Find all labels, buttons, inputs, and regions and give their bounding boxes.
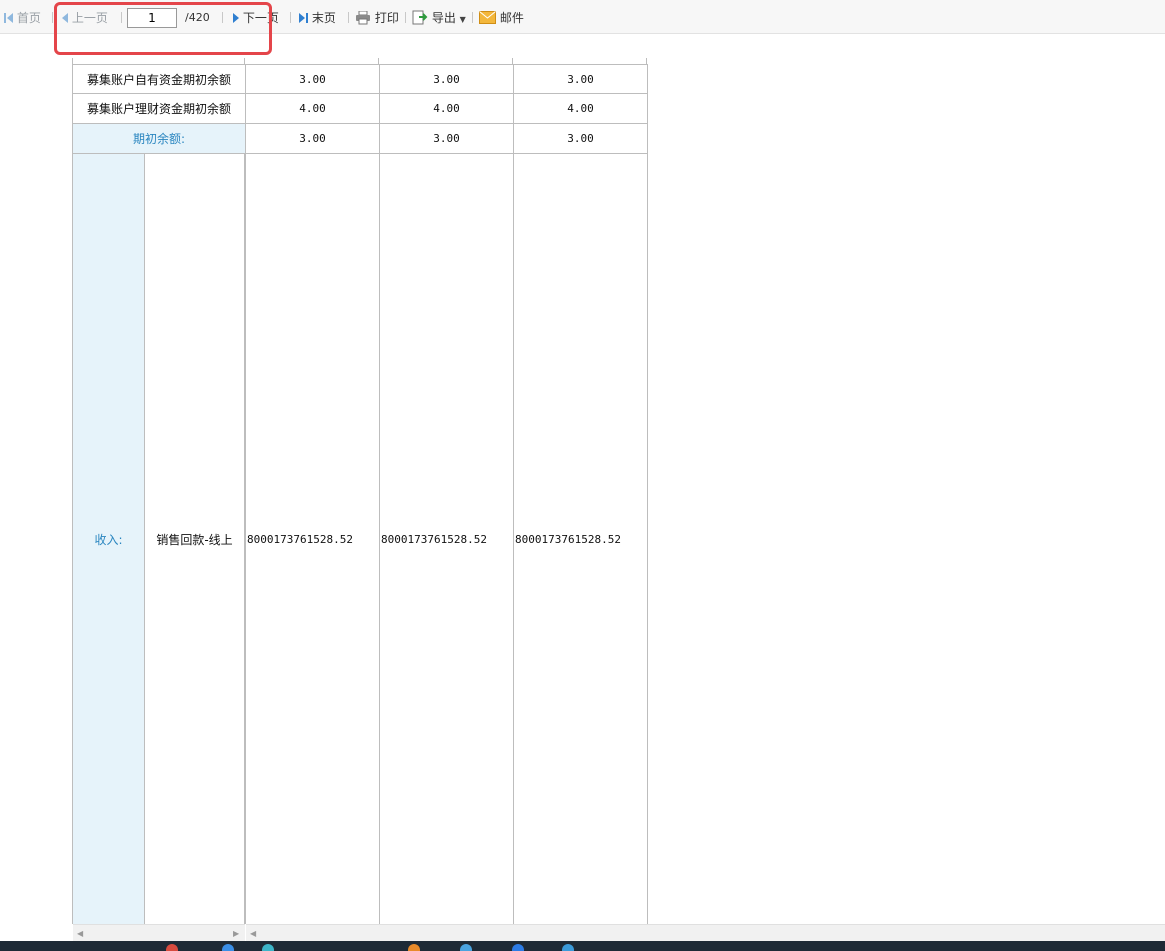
print-button[interactable]: 打印: [355, 9, 399, 27]
export-label: 导出: [431, 11, 456, 25]
scroll-right-icon[interactable]: ▶: [233, 929, 239, 938]
taskbar-app-icon[interactable]: [408, 944, 420, 951]
table-cell: 4.00: [380, 94, 514, 124]
printer-icon: [356, 10, 370, 24]
page-total: /420: [185, 11, 210, 24]
main-pane-scrollbar[interactable]: ◀: [246, 924, 1165, 941]
table-cell: 3.00: [246, 124, 380, 154]
print-label: 打印: [374, 11, 399, 25]
page-number-input[interactable]: [127, 8, 177, 28]
toolbar-separator: [348, 12, 349, 23]
first-page-arrow-icon: [7, 12, 13, 23]
table-row-label: 募集账户理财资金期初余额: [73, 94, 246, 124]
export-button[interactable]: 导出 ▼: [412, 9, 466, 27]
table-cell: 3.00: [380, 64, 514, 94]
next-page-icon: [233, 12, 239, 23]
table-cell: 8000173761528.52: [380, 154, 514, 924]
taskbar-app-icon[interactable]: [512, 944, 524, 951]
opening-balance-label: 期初余额:: [73, 124, 246, 154]
taskbar-app-icon[interactable]: [166, 944, 178, 951]
next-page-label: 下一页: [242, 11, 279, 25]
first-page-icon: [4, 12, 6, 23]
chevron-down-icon: ▼: [459, 15, 466, 24]
last-page-arrow-icon: [299, 12, 305, 23]
report-toolbar: 首页 上一页 /420 下一页 末页 打印 导出 ▼: [0, 0, 1165, 34]
taskbar-app-icon[interactable]: [562, 944, 574, 951]
mail-button[interactable]: 邮件: [479, 9, 524, 27]
table-cell: 8000173761528.52: [246, 154, 380, 924]
last-page-button[interactable]: 末页: [299, 9, 336, 27]
next-page-button[interactable]: 下一页: [233, 9, 279, 27]
toolbar-separator: [121, 12, 122, 23]
last-page-icon: [306, 12, 308, 23]
table-cell: 8000173761528.52: [514, 154, 648, 924]
prev-page-label: 上一页: [71, 11, 108, 25]
first-page-button[interactable]: 首页: [4, 9, 41, 27]
table-cell: 4.00: [246, 94, 380, 124]
toolbar-separator: [405, 12, 406, 23]
table-cell: 4.00: [514, 94, 648, 124]
frozen-pane-scrollbar[interactable]: ◀ ▶: [73, 924, 245, 941]
scroll-left-icon[interactable]: ◀: [77, 929, 83, 938]
table-cell: 3.00: [380, 124, 514, 154]
export-icon: [412, 10, 428, 25]
mail-label: 邮件: [499, 11, 524, 25]
toolbar-separator: [472, 12, 473, 23]
taskbar-app-icon[interactable]: [222, 944, 234, 951]
prev-page-button[interactable]: 上一页: [62, 9, 108, 27]
toolbar-separator: [52, 12, 53, 23]
taskbar-app-icon[interactable]: [262, 944, 274, 951]
mail-icon: [479, 11, 496, 24]
scroll-left-icon[interactable]: ◀: [250, 929, 256, 938]
table-cell: 3.00: [514, 124, 648, 154]
income-group-label: 收入:: [73, 154, 145, 924]
income-item-label: 销售回款-线上: [145, 154, 246, 924]
taskbar-app-icon[interactable]: [460, 944, 472, 951]
toolbar-separator: [222, 12, 223, 23]
last-page-label: 末页: [311, 11, 336, 25]
table-cell: 3.00: [514, 64, 648, 94]
first-page-label: 首页: [16, 11, 41, 25]
prev-page-icon: [62, 12, 68, 23]
toolbar-separator: [290, 12, 291, 23]
table-cell: 3.00: [246, 64, 380, 94]
table-row-label: 募集账户自有资金期初余额: [73, 64, 246, 94]
